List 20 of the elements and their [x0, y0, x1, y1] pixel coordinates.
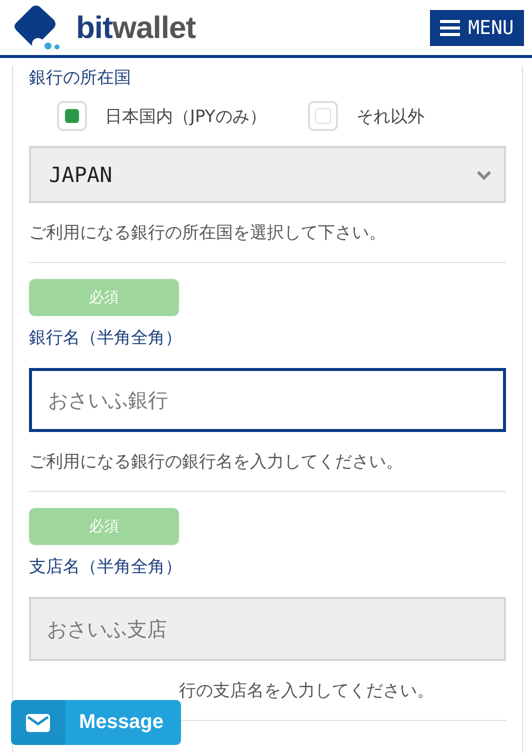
chevron-down-icon: [476, 170, 492, 180]
required-badge: 必須: [29, 279, 179, 316]
field-label: 銀行名（半角全角）: [29, 327, 183, 350]
checkbox[interactable]: [57, 101, 87, 131]
radio-option[interactable]: 日本国内（JPYのみ）: [57, 101, 266, 131]
field-label: 銀行の所在国: [29, 67, 132, 90]
field-label: 支店名（半角全角）: [29, 556, 183, 579]
menu-icon: [440, 20, 460, 36]
mail-icon: [26, 714, 50, 732]
help-text: ご利用になる銀行の所在国を選択して下さい。: [29, 222, 387, 245]
logo-wordmark: bitwallet: [76, 10, 196, 46]
checkbox[interactable]: [308, 101, 338, 131]
menu-button[interactable]: MENU: [430, 10, 524, 46]
country-select[interactable]: JAPAN: [29, 146, 506, 203]
required-badge: 必須: [29, 508, 179, 545]
help-text: 行の支店名を入力してください。: [179, 680, 434, 703]
help-text: ご利用になる銀行の銀行名を入力してください。: [29, 451, 403, 474]
logo-icon: [12, 4, 62, 52]
radio-option[interactable]: それ以外: [308, 101, 424, 131]
text-input-field[interactable]: おさいふ銀行: [29, 368, 506, 432]
